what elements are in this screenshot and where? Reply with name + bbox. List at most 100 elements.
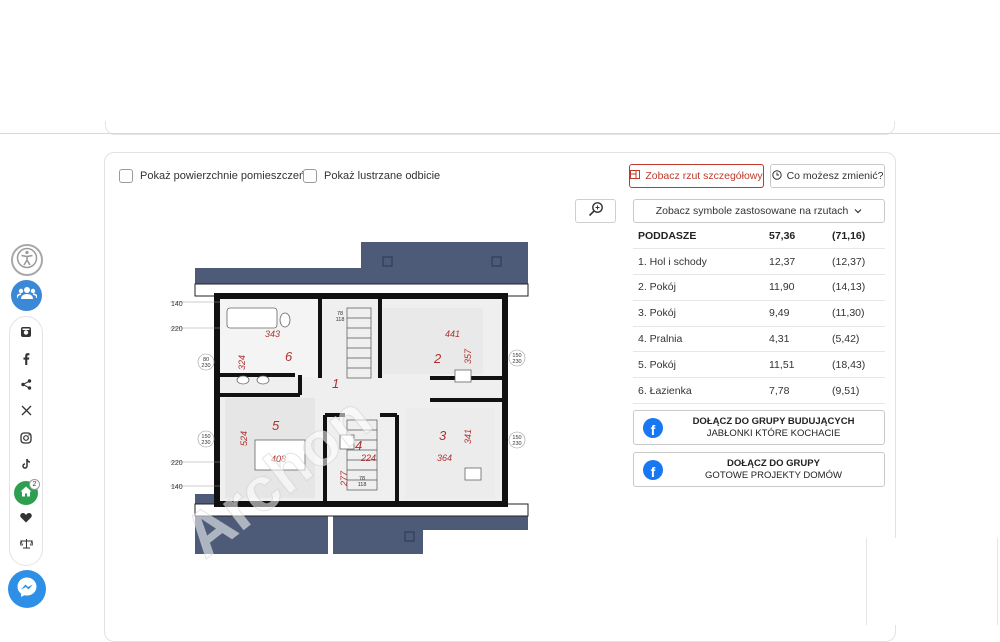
- room-name: 6. Łazienka: [633, 377, 764, 405]
- fb-group-title: DOŁĄCZ DO GRUPY: [727, 457, 820, 469]
- room-name: PODDASZE: [633, 223, 764, 250]
- floor-plan-drawing[interactable]: 140 220 220 140 80 230 150 230 150 230 1…: [165, 240, 565, 580]
- room-dim: 357: [463, 348, 473, 364]
- facebook-icon: f: [643, 459, 663, 480]
- dimension-label: 220: [171, 460, 183, 467]
- dimension-label: 140: [171, 301, 183, 308]
- room-area: 11,90: [764, 274, 827, 301]
- show-areas-checkbox[interactable]: Pokaż powierzchnie pomieszczeń: [119, 169, 305, 183]
- symbols-label: Zobacz symbole zastosowane na rzutach: [655, 205, 849, 217]
- x-twitter-icon[interactable]: [9, 405, 43, 419]
- window-dim: 230: [201, 440, 210, 446]
- mirror-label: Pokaż lustrzane odbicie: [324, 170, 441, 182]
- door-dim: 118: [336, 317, 345, 323]
- room-area: 11,51: [764, 351, 827, 379]
- instagram-square-icon[interactable]: [9, 326, 43, 341]
- roof-bottom-right: [333, 516, 528, 530]
- room-name: 2. Pokój: [633, 274, 764, 301]
- table-row: PODDASZE 57,36 (71,16): [633, 223, 885, 250]
- mirror-checkbox[interactable]: Pokaż lustrzane odbicie: [303, 169, 440, 183]
- room-area: 9,49: [764, 300, 827, 327]
- symbols-dropdown[interactable]: Zobacz symbole zastosowane na rzutach: [633, 199, 885, 223]
- fb-group-title: DOŁĄCZ DO GRUPY BUDUJĄCYCH: [692, 415, 855, 427]
- table-row: 5. Pokój 11,51 (18,43): [633, 351, 885, 379]
- instagram-icon[interactable]: [9, 432, 43, 447]
- plan-icon: [630, 170, 641, 182]
- roof-top-right: [361, 242, 528, 284]
- table-row: 3. Pokój 9,49 (11,30): [633, 300, 885, 327]
- checkbox-box[interactable]: [303, 169, 317, 183]
- room-area: 57,36: [764, 223, 827, 250]
- fb-group-builders-button[interactable]: f DOŁĄCZ DO GRUPY BUDUJĄCYCH JABŁONKI KT…: [633, 410, 885, 445]
- what-to-change-button[interactable]: Co możesz zmienić?: [770, 164, 885, 188]
- room-area: 12,37: [764, 248, 827, 276]
- table-row: 4. Pralnia 4,31 (5,42): [633, 326, 885, 353]
- window-dim: 230: [201, 363, 210, 369]
- table-row: 1. Hol i schody 12,37 (12,37): [633, 248, 885, 276]
- magnifier-icon: [588, 201, 604, 222]
- show-areas-label: Pokaż powierzchnie pomieszczeń: [140, 170, 306, 182]
- compare-scales-icon[interactable]: [9, 538, 43, 552]
- roof-top-left: [195, 268, 361, 284]
- checkbox-box[interactable]: [119, 169, 133, 183]
- room-name: 4. Pralnia: [633, 326, 764, 353]
- room-area-total: (12,37): [827, 248, 885, 276]
- facebook-share-icon[interactable]: [9, 353, 43, 368]
- adjacent-panel-edge: [866, 538, 998, 625]
- toilet: [279, 312, 291, 328]
- what-to-change-label: Co możesz zmienić?: [786, 170, 884, 182]
- room-dim: 324: [237, 355, 247, 370]
- room-dim: 341: [463, 429, 473, 444]
- detailed-plan-button[interactable]: Zobacz rzut szczegółowy: [629, 164, 764, 188]
- clock-icon: [771, 169, 782, 183]
- room-area-total: (9,51): [827, 377, 885, 405]
- table-row: 2. Pokój 11,90 (14,13): [633, 274, 885, 301]
- sink: [256, 375, 270, 385]
- room-dim: 441: [445, 329, 460, 339]
- room-area-total: (14,13): [827, 274, 885, 301]
- rooms-table: PODDASZE 57,36 (71,16) 1. Hol i schody 1…: [633, 223, 885, 405]
- room-dim: 343: [265, 329, 280, 339]
- accessibility-icon: [16, 247, 38, 274]
- chevron-down-icon: [854, 205, 862, 217]
- facebook-icon: f: [643, 417, 663, 438]
- share-icon[interactable]: [9, 379, 43, 393]
- dimension-label: 140: [171, 484, 183, 491]
- community-button[interactable]: [11, 280, 42, 311]
- window-dim: 230: [512, 359, 521, 365]
- fb-group-projects-button[interactable]: f DOŁĄCZ DO GRUPY GOTOWE PROJEKTY DOMÓW: [633, 452, 885, 487]
- fb-group-subtitle: JABŁONKI KTÓRE KOCHACIE: [706, 427, 841, 439]
- room-name: 1. Hol i schody: [633, 248, 764, 276]
- desk: [464, 467, 482, 481]
- room-area-total: (5,42): [827, 326, 885, 353]
- tiktok-icon[interactable]: [9, 458, 43, 473]
- users-group-icon: [15, 286, 38, 305]
- room-number: 3: [439, 428, 447, 443]
- desk: [454, 369, 472, 383]
- room-dim: 277: [339, 470, 349, 487]
- section-divider: [0, 133, 1000, 134]
- fb-group-text: DOŁĄCZ DO GRUPY BUDUJĄCYCH JABŁONKI KTÓR…: [663, 416, 884, 440]
- room-number: 2: [433, 351, 442, 366]
- accessibility-button[interactable]: [11, 244, 43, 276]
- room-area: 7,78: [764, 377, 827, 405]
- sink: [236, 375, 250, 385]
- dimension-label: 220: [171, 326, 183, 333]
- room-area-total: (11,30): [827, 300, 885, 327]
- detailed-plan-label: Zobacz rzut szczegółowy: [645, 170, 763, 182]
- zoom-button[interactable]: [575, 199, 616, 223]
- bathtub: [226, 307, 278, 329]
- heart-icon[interactable]: [9, 512, 43, 526]
- room-area-total: (71,16): [827, 223, 885, 250]
- table-row: 6. Łazienka 7,78 (9,51): [633, 377, 885, 405]
- room-name: 3. Pokój: [633, 300, 764, 327]
- room-number: 6: [285, 349, 293, 364]
- room-area: 4,31: [764, 326, 827, 353]
- messenger-icon: [16, 576, 38, 603]
- messenger-button[interactable]: [8, 570, 46, 608]
- room-name: 5. Pokój: [633, 351, 764, 379]
- fb-group-text: DOŁĄCZ DO GRUPY GOTOWE PROJEKTY DOMÓW: [663, 458, 884, 482]
- room-number: 5: [272, 418, 280, 433]
- window-dim: 230: [512, 441, 521, 447]
- roof-bottom-mid: [333, 530, 423, 554]
